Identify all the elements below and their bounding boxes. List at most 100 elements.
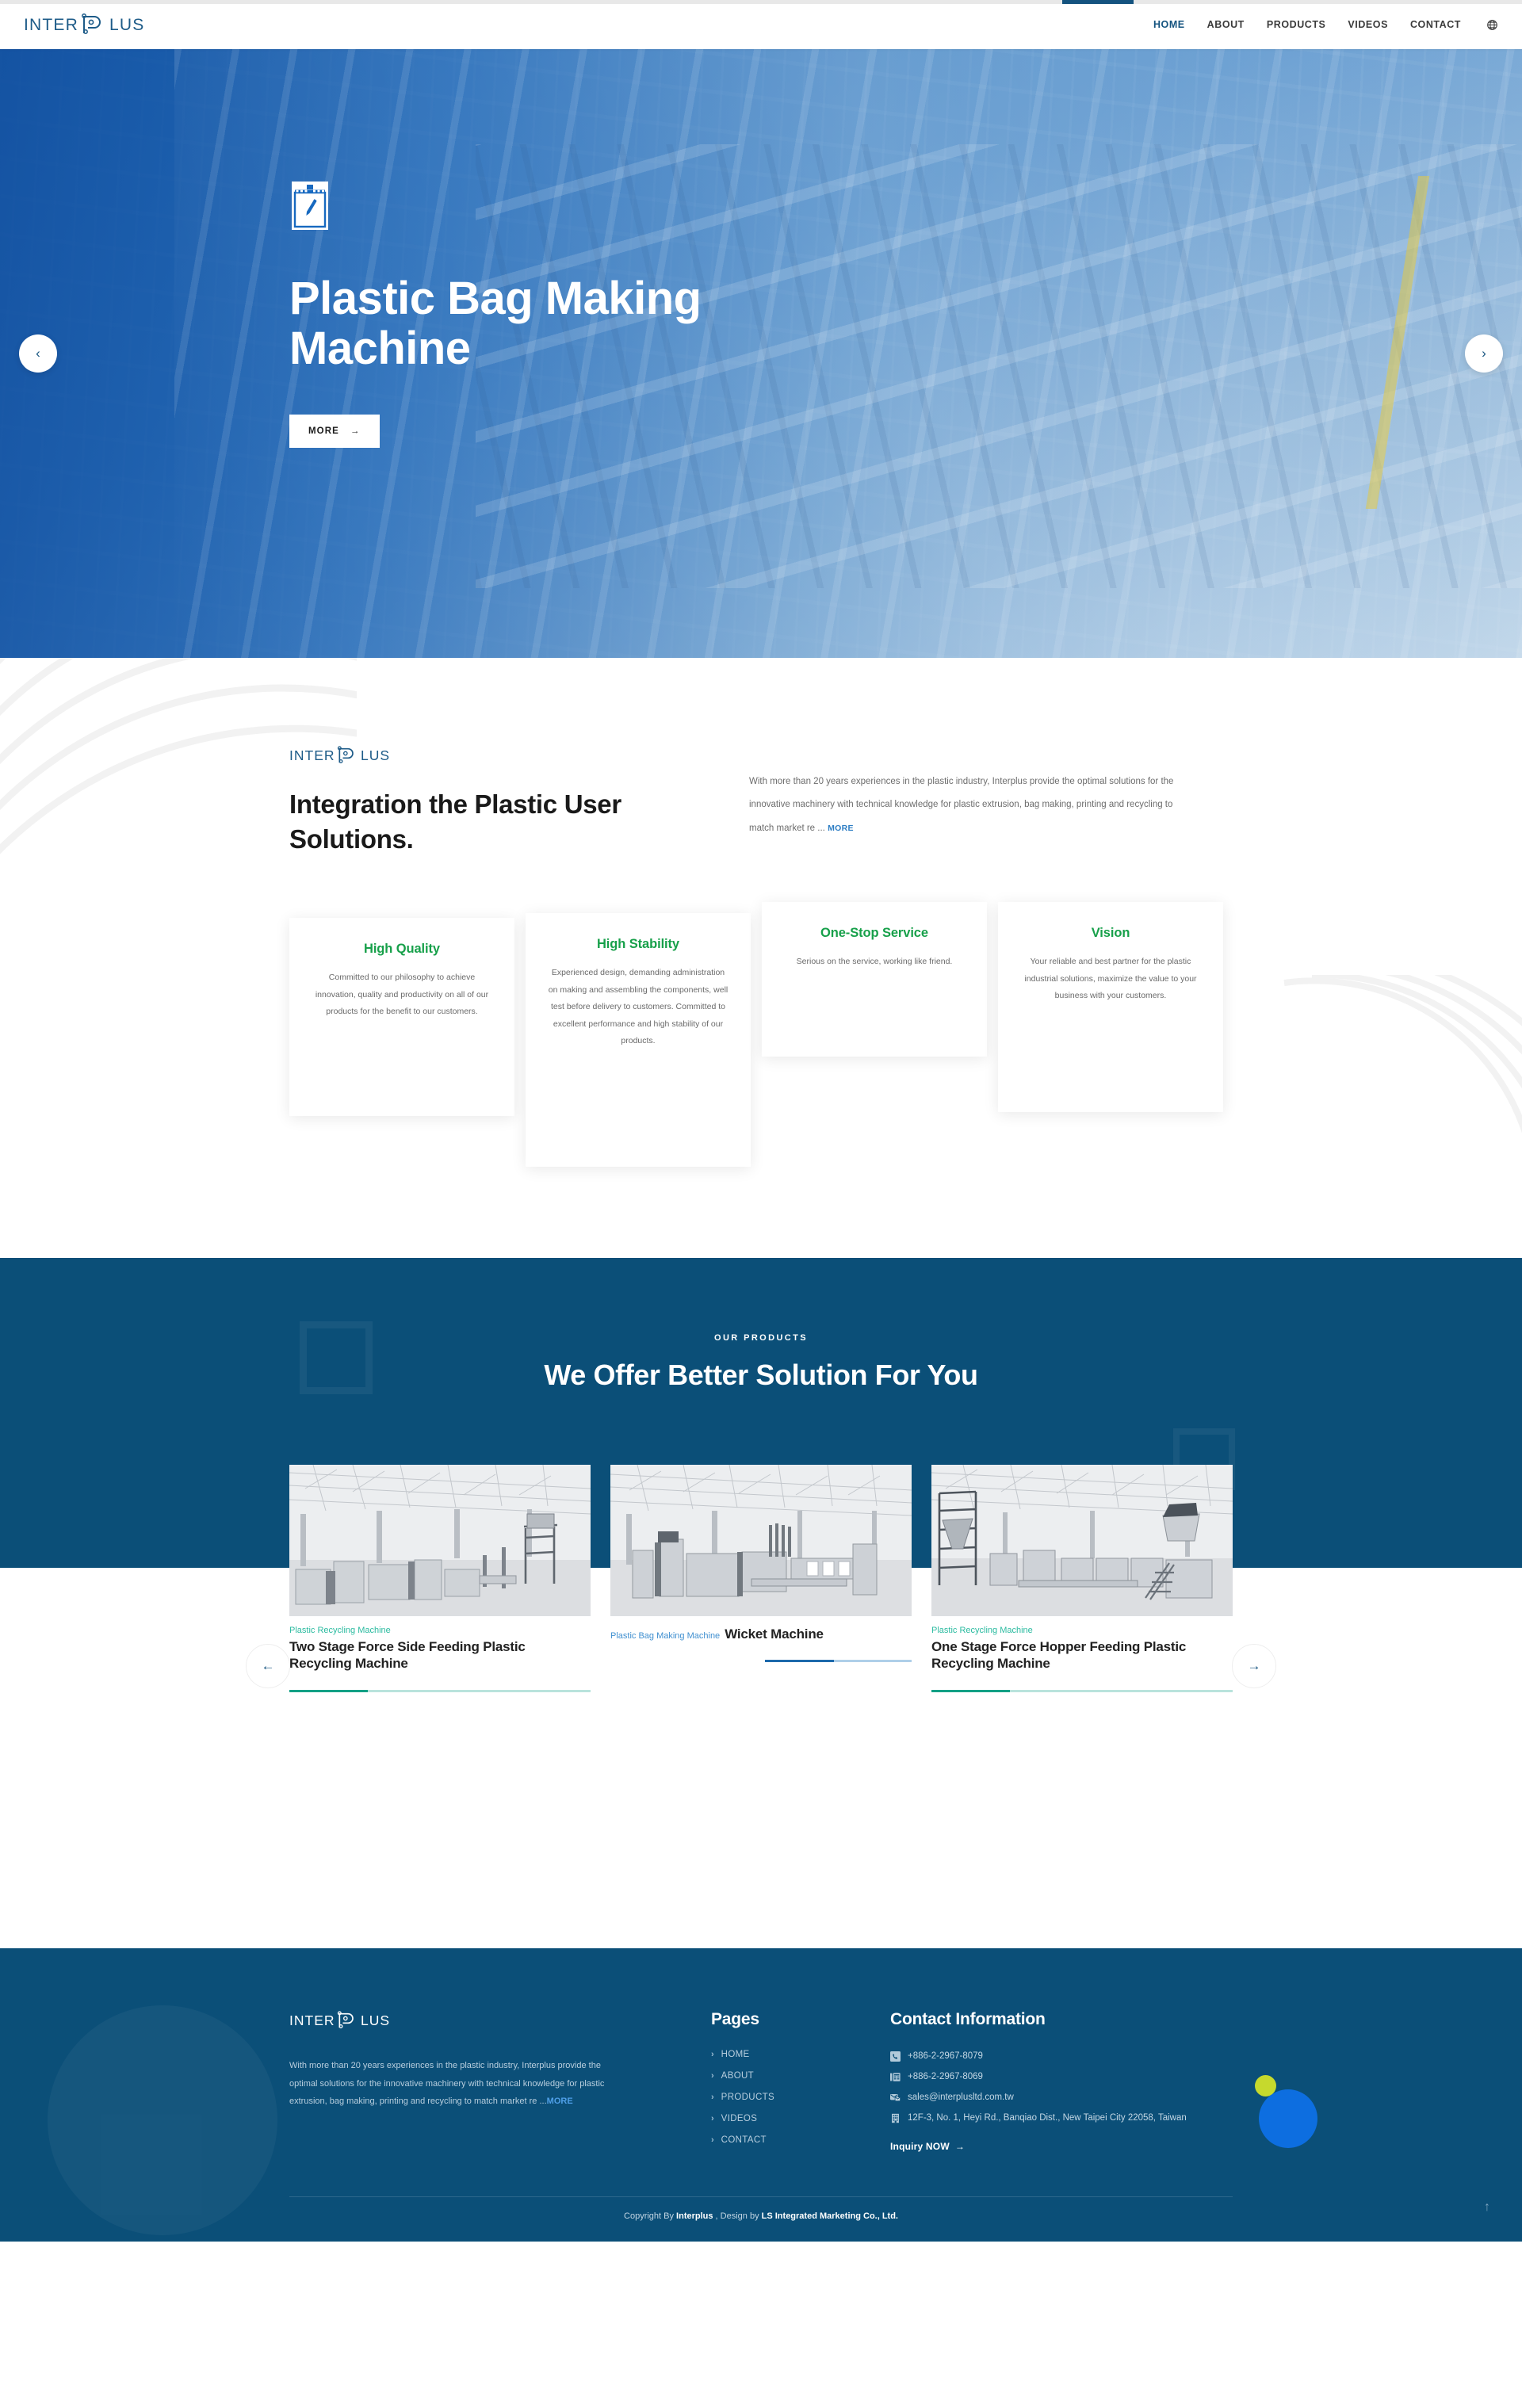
products-kicker: OUR PRODUCTS [713,1333,809,1344]
chevron-right-icon: › [711,2093,714,2103]
feature-card-high-stability: High Stability Experienced design, deman… [526,913,751,1168]
svg-text:LUS: LUS [361,747,390,763]
interplus-logo-icon: INTER LUS [289,746,390,763]
contact-fax-value: +886-2-2967-8069 [908,2071,983,2081]
feature-card-text: Serious on the service, working like fri… [796,957,953,967]
about-paragraph: With more than 20 years experiences in t… [749,770,1193,840]
svg-text:INTER: INTER [289,2012,335,2028]
footer-link-item: › VIDEOS [711,2114,860,2123]
feature-card-title: Vision [1091,926,1130,941]
product-category: Plastic Recycling Machine [931,1626,1033,1636]
globe-icon[interactable] [1486,19,1498,31]
about-heading: Integration the Plastic User Solutions. [289,789,621,854]
contact-item-email: sales@interplusltd.com.tw [890,2091,1201,2105]
fax-icon [890,2073,901,2081]
chevron-right-icon: › [711,2050,714,2060]
feature-card-text: Committed to our philosophy to achieve i… [315,973,489,1017]
copyright-designer: LS Integrated Marketing Co., Ltd. [761,2211,898,2222]
nav-item-contact[interactable]: CONTACT [1410,19,1461,30]
products-section: OUR PRODUCTS We Offer Better Solution Fo… [0,1258,1522,1759]
about-top-row: INTER LUS Integration the Plastic User S… [289,745,1233,856]
main-nav: HOME ABOUT PRODUCTS VIDEOS CONTACT [1153,19,1498,31]
product-body: Plastic Bag Making Machine Wicket Machin… [610,1616,912,1642]
interplus-logo-icon: INTER LUS [289,2011,390,2029]
product-card[interactable]: Plastic Bag Making Machine Wicket Machin… [610,1465,912,1692]
phone-icon [890,2051,901,2062]
products-next-button[interactable]: → [1232,1644,1276,1689]
hero-next-button[interactable]: › [1465,334,1503,373]
site-footer: INTER LUS With more than 20 years experi… [0,1948,1522,2242]
nav-item-videos[interactable]: VIDEOS [1348,19,1388,30]
contact-item-fax: +886-2-2967-8069 [890,2070,1201,2085]
footer-logo[interactable]: INTER LUS [289,2010,622,2035]
product-card[interactable]: Plastic Recycling Machine Two Stage Forc… [289,1465,591,1692]
product-category: Plastic Bag Making Machine [610,1631,721,1642]
footer-about-column: INTER LUS With more than 20 years experi… [289,2010,622,2157]
footer-link-item: › ABOUT [711,2071,860,2081]
contact-item-address: 12F-3, No. 1, Heyi Rd., Banqiao Dist., N… [890,2112,1201,2126]
nav-item-products[interactable]: PRODUCTS [1267,19,1326,30]
footer-pages-heading: Pages [711,2010,759,2029]
feature-card-vision: Vision Your reliable and best partner fo… [998,902,1223,1113]
footer-link-videos[interactable]: VIDEOS [721,2114,758,2123]
copyright-company: Interplus [676,2211,713,2222]
arrow-right-icon: → [350,426,361,437]
site-logo[interactable]: INTER LUS [24,13,166,36]
plastic-bag-icon [292,182,328,230]
inquiry-now-button[interactable]: Inquiry NOW → [890,2141,965,2152]
about-more-link[interactable]: MORE [828,824,854,833]
about-logo: INTER LUS [289,745,662,770]
svg-text:INTER: INTER [289,747,335,763]
inquiry-now-label: Inquiry NOW [890,2141,950,2153]
footer-contact-column: Contact Information +886-2-2967-8079 +88… [860,2010,1201,2157]
footer-columns: INTER LUS With more than 20 years experi… [289,2010,1233,2157]
nav-item-home[interactable]: HOME [1153,19,1185,30]
footer-link-item: › CONTACT [711,2135,860,2145]
product-progress-rule [931,1689,1233,1692]
footer-pages-column: Pages › HOME › ABOUT › PRODUCTS › VIDEOS › CO… [622,2010,860,2157]
product-body: Plastic Recycling Machine Two Stage Forc… [289,1616,591,1692]
products-carousel: ← → Plastic Recycling Machine Two Stage … [0,1457,1522,1759]
chevron-right-icon: › [711,2135,714,2146]
contact-email-value: sales@interplusltd.com.tw [908,2092,1014,2102]
product-name: Two Stage Force Side Feeding Plastic Rec… [289,1639,526,1672]
hero-more-button[interactable]: MORE → [289,415,380,449]
footer-link-home[interactable]: HOME [721,2050,750,2059]
hero-title: Plastic Bag Making Machine [289,273,702,374]
products-track: Plastic Recycling Machine Two Stage Forc… [289,1457,1233,1692]
feature-card-title: One-Stop Service [820,926,928,941]
hero-content: Plastic Bag Making Machine MORE → [289,49,1233,449]
product-progress-rule [765,1660,912,1663]
feature-card-title: High Stability [596,937,680,952]
hopper-feeding-machine-photo [931,1465,1233,1617]
chevron-right-icon: › [711,2071,714,2081]
product-image [610,1465,912,1617]
nav-item-about[interactable]: ABOUT [1207,19,1245,30]
contact-phone-value: +886-2-2967-8079 [908,2051,983,2062]
footer-link-contact[interactable]: CONTACT [721,2135,767,2145]
svg-text:INTER: INTER [24,16,78,34]
footer-description: With more than 20 years experiences in t… [289,2057,622,2111]
scroll-progress-bar [0,0,1522,4]
about-content: INTER LUS Integration the Plastic User S… [289,745,1233,1168]
svg-text:LUS: LUS [361,2012,390,2028]
product-progress-rule [289,1689,591,1692]
products-prev-button[interactable]: ← [246,1644,290,1689]
hero-carousel: ‹ › Plastic Bag Making Machine MORE → [0,49,1522,658]
copyright-bar: Copyright By Interplus , Design by LS In… [0,2197,1522,2242]
products-title: We Offer Better Solution For You [544,1359,978,1392]
footer-link-products[interactable]: PRODUCTS [721,2093,774,2102]
about-left-column: INTER LUS Integration the Plastic User S… [289,745,662,856]
feature-cards: High Quality Committed to our philosophy… [289,902,1233,1168]
feature-card-one-stop-service: One-Stop Service Serious on the service,… [762,902,987,1057]
scroll-to-top-button[interactable]: ↑ [1484,2200,1490,2215]
hero-prev-button[interactable]: ‹ [19,334,57,373]
product-name: Wicket Machine [725,1626,824,1642]
feature-card-text: Experienced design, demanding administra… [548,968,728,1046]
footer-link-about[interactable]: ABOUT [721,2071,754,2081]
footer-contact-list: +886-2-2967-8079 +886-2-2967-8069 sales@… [890,2050,1201,2125]
feature-card-text: Your reliable and best partner for the p… [1024,957,1197,1001]
product-card[interactable]: Plastic Recycling Machine One Stage Forc… [931,1465,1233,1692]
footer-more-link[interactable]: MORE [547,2096,573,2106]
product-name: One Stage Force Hopper Feeding Plastic R… [931,1639,1187,1672]
